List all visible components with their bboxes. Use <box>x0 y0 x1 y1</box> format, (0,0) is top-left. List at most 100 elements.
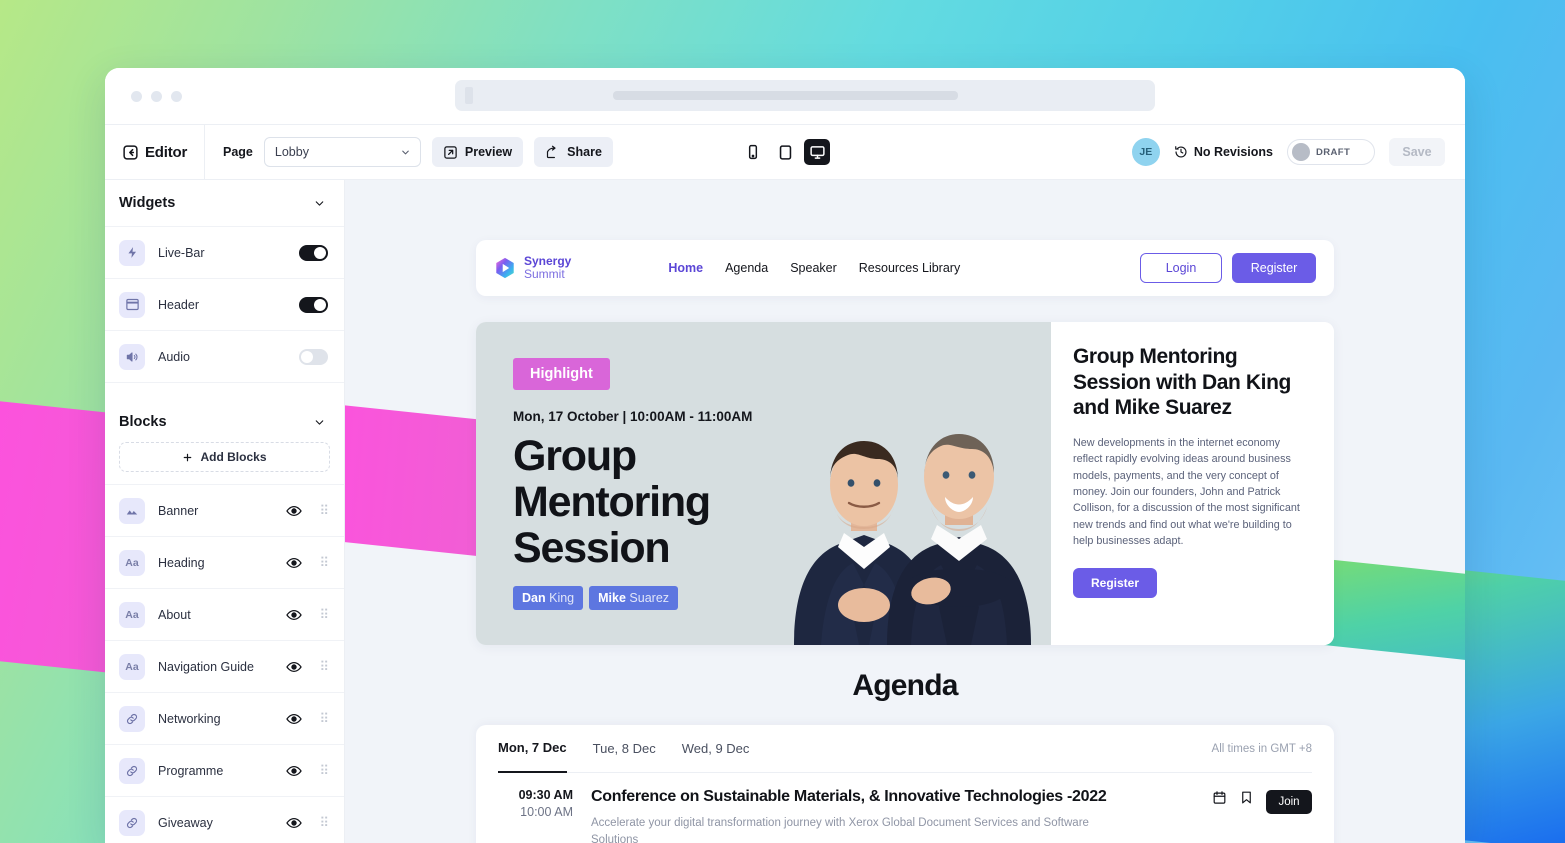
widget-label: Header <box>158 297 199 312</box>
device-mobile-button[interactable] <box>740 139 766 165</box>
device-desktop-button[interactable] <box>804 139 830 165</box>
visibility-eye-icon[interactable] <box>286 815 303 831</box>
page-label: Page <box>223 145 253 159</box>
nav-item-resources-library[interactable]: Resources Library <box>859 261 960 275</box>
block-label: Networking <box>158 711 221 726</box>
bookmark-icon[interactable] <box>1239 790 1254 805</box>
register-button[interactable]: Register <box>1232 253 1316 283</box>
site-cta-group: Login Register <box>1140 253 1316 283</box>
agenda-session-title: Conference on Sustainable Materials, & I… <box>591 788 1107 805</box>
share-button[interactable]: Share <box>534 137 613 167</box>
device-tablet-button[interactable] <box>772 139 798 165</box>
widget-toggle-live-bar[interactable] <box>299 244 328 261</box>
site-logo[interactable]: Synergy Summit <box>494 255 571 280</box>
agenda-tab-wed-9-dec[interactable]: Wed, 9 Dec <box>682 725 750 773</box>
text-aa-icon: Aa <box>119 549 145 576</box>
toolbar-page-controls: Page Lobby Preview Share <box>205 137 613 167</box>
link-icon <box>119 705 145 732</box>
mobile-icon <box>745 144 761 160</box>
back-arrow-icon <box>122 144 139 161</box>
drag-handle-icon[interactable]: ⠿ <box>319 711 328 727</box>
visibility-eye-icon[interactable] <box>286 555 303 571</box>
toggle-knob <box>1292 143 1310 161</box>
block-label: About <box>158 607 191 622</box>
highlight-badge: Highlight <box>513 358 610 390</box>
window-close-dot[interactable] <box>131 90 142 102</box>
visibility-eye-icon[interactable] <box>286 763 303 779</box>
visibility-eye-icon[interactable] <box>286 503 303 519</box>
agenda-row: 09:30 AM 10:00 AM Conference on Sustaina… <box>498 773 1312 843</box>
block-row-navigation-guide[interactable]: Aa Navigation Guide ⠿ <box>105 640 344 692</box>
hero-register-button[interactable]: Register <box>1073 567 1157 598</box>
history-icon <box>1174 145 1188 159</box>
window-maximize-dot[interactable] <box>171 90 182 102</box>
agenda-end-time: 10:00 AM <box>520 805 573 819</box>
block-row-banner[interactable]: Banner ⠿ <box>105 484 344 536</box>
block-row-heading[interactable]: Aa Heading ⠿ <box>105 536 344 588</box>
share-icon <box>545 145 560 160</box>
add-blocks-button[interactable]: Add Blocks <box>119 442 330 472</box>
visibility-eye-icon[interactable] <box>286 711 303 727</box>
widgets-section-header[interactable]: Widgets <box>105 180 344 226</box>
nav-item-agenda[interactable]: Agenda <box>725 261 768 275</box>
site-nav: Home Agenda Speaker Resources Library <box>668 261 960 275</box>
widget-row-live-bar[interactable]: Live-Bar <box>105 226 344 278</box>
agenda-join-button[interactable]: Join <box>1266 790 1312 814</box>
chevron-down-icon <box>313 416 326 429</box>
block-row-programme[interactable]: Programme ⠿ <box>105 744 344 796</box>
text-aa-icon: Aa <box>119 653 145 680</box>
agenda-tab-tue-8-dec[interactable]: Tue, 8 Dec <box>593 725 656 773</box>
block-row-giveaway[interactable]: Giveaway ⠿ <box>105 796 344 843</box>
avatar[interactable]: JE <box>1131 138 1160 166</box>
revisions-button[interactable]: No Revisions <box>1174 145 1273 159</box>
widget-toggle-header[interactable] <box>299 296 328 313</box>
browser-chrome <box>105 68 1465 124</box>
drag-handle-icon[interactable]: ⠿ <box>319 503 328 519</box>
header-window-icon <box>119 291 145 318</box>
agenda-start-time: 09:30 AM <box>518 788 573 802</box>
browser-address-bar[interactable] <box>455 80 1155 111</box>
editor-title: Editor <box>145 143 188 161</box>
tablet-icon <box>777 144 794 161</box>
block-row-networking[interactable]: Networking ⠿ <box>105 692 344 744</box>
visibility-eye-icon[interactable] <box>286 659 303 675</box>
save-button[interactable]: Save <box>1389 138 1445 166</box>
external-link-icon <box>443 145 458 160</box>
logo-line-2: Summit <box>524 267 565 281</box>
site-header: Synergy Summit Home Agenda Speaker Resou… <box>476 240 1334 296</box>
draft-publish-toggle[interactable]: DRAFT <box>1287 139 1375 165</box>
editor-home-button[interactable]: Editor <box>105 125 205 179</box>
nav-item-speaker[interactable]: Speaker <box>790 261 837 275</box>
plus-icon <box>182 452 193 463</box>
desktop-icon <box>809 144 826 161</box>
drag-handle-icon[interactable]: ⠿ <box>319 607 328 623</box>
hero-detail-title: Group Mentoring Session with Dan King an… <box>1073 345 1291 420</box>
widget-row-audio[interactable]: Audio <box>105 330 344 382</box>
link-icon <box>119 757 145 784</box>
draft-label: DRAFT <box>1316 146 1351 158</box>
visibility-eye-icon[interactable] <box>286 607 303 623</box>
block-row-about[interactable]: Aa About ⠿ <box>105 588 344 640</box>
page-select[interactable]: Lobby <box>263 137 421 167</box>
browser-window: Editor Page Lobby Preview Share JE No Re… <box>105 68 1465 843</box>
drag-handle-icon[interactable]: ⠿ <box>319 815 328 831</box>
speaker-icon <box>119 343 145 370</box>
image-icon <box>119 497 145 524</box>
nav-item-home[interactable]: Home <box>668 261 703 275</box>
widget-row-header[interactable]: Header <box>105 278 344 330</box>
window-minimize-dot[interactable] <box>151 90 162 102</box>
widget-toggle-audio[interactable] <box>299 348 328 365</box>
drag-handle-icon[interactable]: ⠿ <box>319 659 328 675</box>
drag-handle-icon[interactable]: ⠿ <box>319 763 328 779</box>
speaker-last-name: King <box>549 591 575 605</box>
agenda-tab-mon-7-dec[interactable]: Mon, 7 Dec <box>498 725 567 773</box>
login-button[interactable]: Login <box>1140 253 1222 283</box>
blocks-section-header[interactable]: Blocks <box>105 396 344 442</box>
lightning-icon <box>119 239 145 266</box>
page-canvas: Synergy Summit Home Agenda Speaker Resou… <box>345 180 1465 843</box>
preview-label: Preview <box>464 145 513 159</box>
drag-handle-icon[interactable]: ⠿ <box>319 555 328 571</box>
calendar-icon[interactable] <box>1212 790 1227 805</box>
preview-button[interactable]: Preview <box>431 137 524 167</box>
hero-detail-panel: Group Mentoring Session with Dan King an… <box>1051 322 1334 645</box>
